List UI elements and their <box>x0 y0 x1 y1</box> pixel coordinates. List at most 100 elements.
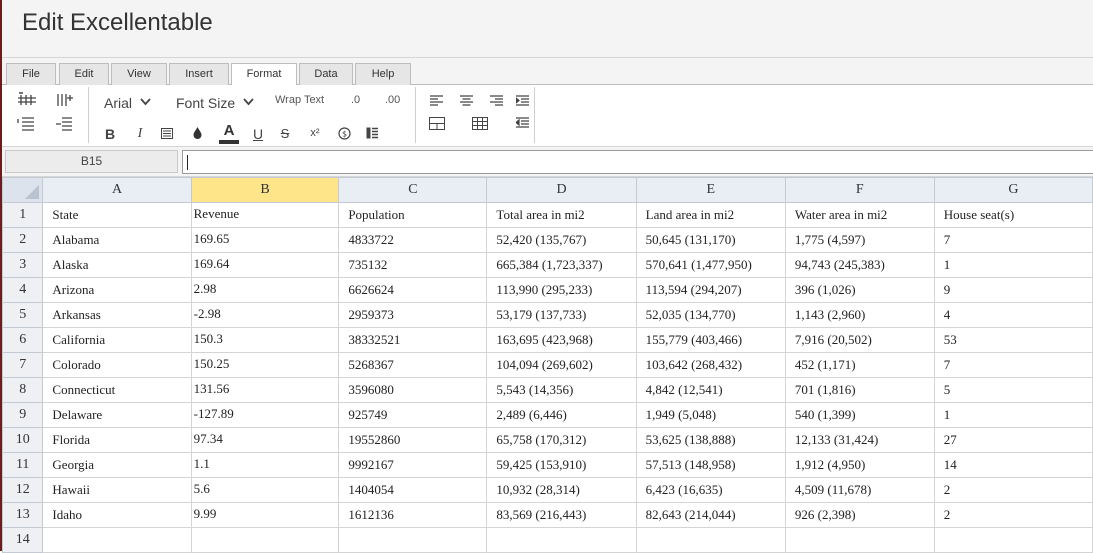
table-cell[interactable]: 925749 <box>338 402 488 428</box>
table-cell[interactable]: 19552860 <box>338 427 488 453</box>
table-cell[interactable]: Idaho <box>42 502 192 528</box>
tab-file[interactable]: File <box>6 63 56 85</box>
table-cell[interactable]: Arizona <box>42 277 192 303</box>
column-header[interactable]: A <box>42 177 192 203</box>
currency-format-icon[interactable]: $ <box>336 125 352 141</box>
table-cell[interactable]: 9 <box>933 277 1093 303</box>
table-cell[interactable]: 7 <box>933 352 1093 378</box>
table-cell[interactable]: 14 <box>933 452 1093 478</box>
table-cell[interactable]: Population <box>338 202 488 228</box>
table-cell[interactable]: 5,543 (14,356) <box>486 377 637 403</box>
table-cell[interactable]: 113,990 (295,233) <box>486 277 637 303</box>
table-cell[interactable]: California <box>42 327 192 353</box>
table-cell[interactable]: 169.65 <box>190 227 340 253</box>
table-cell[interactable]: 83,569 (216,443) <box>486 502 637 528</box>
borders-icon[interactable] <box>471 115 489 131</box>
tab-data[interactable]: Data <box>299 63 353 85</box>
table-cell[interactable]: 3596080 <box>338 377 488 403</box>
table-cell[interactable]: 540 (1,399) <box>784 402 935 428</box>
decrease-decimal-button[interactable]: .0 <box>351 94 360 106</box>
align-center-icon[interactable] <box>458 93 474 107</box>
table-cell[interactable]: 396 (1,026) <box>784 277 935 303</box>
delete-row-icon[interactable] <box>16 115 38 133</box>
table-cell[interactable]: 82,643 (214,044) <box>635 502 786 528</box>
table-cell[interactable]: 169.64 <box>190 252 340 278</box>
italic-button[interactable]: I <box>132 125 148 143</box>
table-cell[interactable]: 9.99 <box>190 502 340 528</box>
table-cell[interactable]: Land area in mi2 <box>635 202 786 228</box>
table-cell[interactable]: 150.25 <box>190 352 340 378</box>
number-format-icon[interactable] <box>364 125 380 141</box>
table-cell[interactable] <box>635 527 786 553</box>
table-cell[interactable]: Revenue <box>190 202 340 228</box>
column-header[interactable]: D <box>486 177 637 203</box>
table-cell[interactable]: 926 (2,398) <box>784 502 935 528</box>
table-cell[interactable]: 7,916 (20,502) <box>784 327 935 353</box>
table-cell[interactable]: 163,695 (423,968) <box>486 327 637 353</box>
table-cell[interactable]: 52,420 (135,767) <box>486 227 637 253</box>
table-cell[interactable]: 1,912 (4,950) <box>784 452 935 478</box>
increase-decimal-button[interactable]: .00 <box>385 94 400 106</box>
table-cell[interactable]: 4,842 (12,541) <box>635 377 786 403</box>
row-header[interactable]: 12 <box>1 477 44 503</box>
table-cell[interactable]: 4833722 <box>338 227 488 253</box>
table-cell[interactable]: 6,423 (16,635) <box>635 477 786 503</box>
table-cell[interactable]: 52,035 (134,770) <box>635 302 786 328</box>
text-color-button[interactable]: A <box>218 121 240 145</box>
table-cell[interactable]: 113,594 (294,207) <box>635 277 786 303</box>
table-cell[interactable]: Florida <box>42 427 192 453</box>
table-cell[interactable] <box>784 527 935 553</box>
table-cell[interactable]: 104,094 (269,602) <box>486 352 637 378</box>
row-header[interactable]: 10 <box>1 427 44 453</box>
table-cell[interactable]: Hawaii <box>42 477 192 503</box>
table-cell[interactable]: Colorado <box>42 352 192 378</box>
table-cell[interactable]: 53 <box>933 327 1093 353</box>
row-header[interactable]: 7 <box>1 352 44 378</box>
insert-row-above-icon[interactable] <box>16 91 38 109</box>
table-cell[interactable]: 570,641 (1,477,950) <box>635 252 786 278</box>
outdent-icon[interactable] <box>514 115 530 129</box>
table-cell[interactable]: 10,932 (28,314) <box>486 477 637 503</box>
fill-pattern-icon[interactable] <box>159 125 175 141</box>
table-cell[interactable]: 97.34 <box>190 427 340 453</box>
table-cell[interactable]: 1404054 <box>338 477 488 503</box>
table-cell[interactable]: 27 <box>933 427 1093 453</box>
table-cell[interactable] <box>190 527 340 553</box>
table-cell[interactable]: House seat(s) <box>933 202 1093 228</box>
row-header[interactable]: 6 <box>1 327 44 353</box>
row-header[interactable]: 11 <box>1 452 44 478</box>
table-cell[interactable] <box>486 527 637 553</box>
table-cell[interactable]: 65,758 (170,312) <box>486 427 637 453</box>
align-right-icon[interactable] <box>488 93 504 107</box>
merge-cells-icon[interactable] <box>428 115 446 131</box>
table-cell[interactable]: 6626624 <box>338 277 488 303</box>
table-cell[interactable]: 59,425 (153,910) <box>486 452 637 478</box>
formula-input[interactable] <box>182 150 1093 174</box>
table-cell[interactable] <box>42 527 192 553</box>
table-cell[interactable]: Alabama <box>42 227 192 253</box>
table-cell[interactable]: 2 <box>933 502 1093 528</box>
insert-column-icon[interactable] <box>54 91 76 109</box>
column-header[interactable]: F <box>784 177 935 203</box>
table-cell[interactable]: 2959373 <box>338 302 488 328</box>
table-cell[interactable]: 94,743 (245,383) <box>784 252 935 278</box>
column-header[interactable]: E <box>635 177 786 203</box>
tab-help[interactable]: Help <box>355 63 411 85</box>
table-cell[interactable]: -127.89 <box>190 402 340 428</box>
table-cell[interactable]: 12,133 (31,424) <box>784 427 935 453</box>
table-cell[interactable]: Delaware <box>42 402 192 428</box>
column-header-selected[interactable]: B <box>190 177 340 203</box>
table-cell[interactable]: 2.98 <box>190 277 340 303</box>
table-cell[interactable]: Connecticut <box>42 377 192 403</box>
table-cell[interactable]: Alaska <box>42 252 192 278</box>
column-header[interactable]: C <box>338 177 488 203</box>
table-cell[interactable]: 665,384 (1,723,337) <box>486 252 637 278</box>
table-cell[interactable]: 38332521 <box>338 327 488 353</box>
table-cell[interactable] <box>933 527 1093 553</box>
table-cell[interactable]: 150.3 <box>190 327 340 353</box>
table-cell[interactable]: 9992167 <box>338 452 488 478</box>
table-cell[interactable]: 5268367 <box>338 352 488 378</box>
table-cell[interactable]: 53,179 (137,733) <box>486 302 637 328</box>
row-header[interactable]: 8 <box>1 377 44 403</box>
table-cell[interactable]: 5 <box>933 377 1093 403</box>
